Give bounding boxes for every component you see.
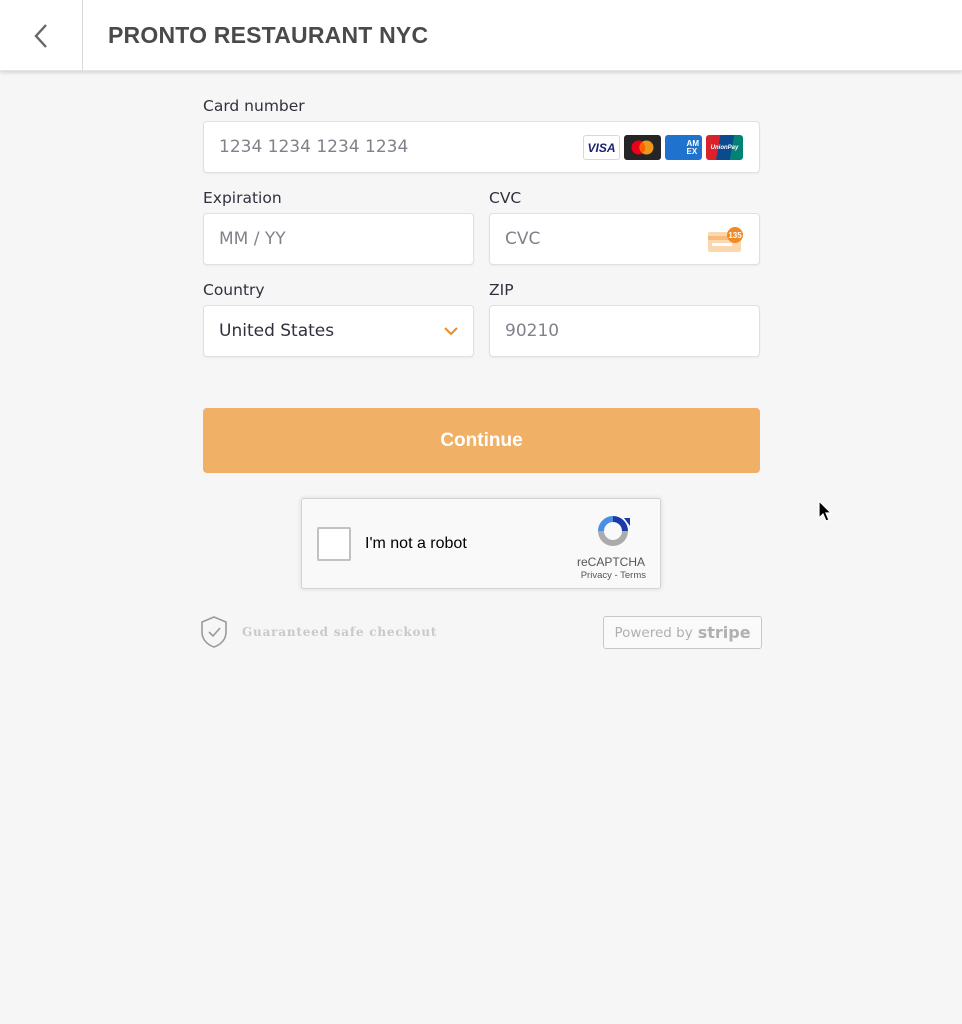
expiration-input[interactable] xyxy=(219,214,408,264)
safe-checkout-text: Guaranteed safe checkout xyxy=(242,625,438,639)
safe-checkout: Guaranteed safe checkout xyxy=(200,615,437,649)
recaptcha-brand: reCAPTCHA xyxy=(576,555,645,569)
cvc-card-icon: 135 xyxy=(708,227,743,252)
cvc-label: CVC xyxy=(489,189,522,207)
chevron-down-icon xyxy=(444,327,458,336)
continue-button[interactable]: Continue xyxy=(203,408,760,473)
recaptcha-label: I'm not a robot xyxy=(365,535,467,552)
unionpay-icon: UnionPay xyxy=(706,135,743,160)
zip-label: ZIP xyxy=(489,281,514,299)
card-number-field[interactable]: VISA AMEX UnionPay xyxy=(203,121,760,173)
mouse-cursor-icon xyxy=(818,500,833,522)
expiration-label: Expiration xyxy=(203,189,282,207)
chevron-left-icon xyxy=(34,23,47,48)
card-number-label: Card number xyxy=(203,97,305,115)
visa-icon: VISA xyxy=(583,135,620,160)
powered-by-text: Powered by xyxy=(614,624,693,641)
expiration-field[interactable] xyxy=(203,213,474,265)
recaptcha-widget: I'm not a robot reCAPTCHA Privacy - Term… xyxy=(301,498,661,589)
powered-by-stripe-badge[interactable]: Powered by stripe xyxy=(603,616,762,649)
zip-input[interactable] xyxy=(505,306,694,356)
stripe-logo: stripe xyxy=(697,623,751,642)
country-select[interactable]: United States xyxy=(203,305,474,357)
card-number-input[interactable] xyxy=(219,122,608,172)
app-header: PRONTO RESTAURANT NYC xyxy=(0,0,962,71)
country-label: Country xyxy=(203,281,265,299)
amex-icon: AM EX xyxy=(665,135,702,160)
card-brands: VISA AM EX UnionPay xyxy=(583,135,743,160)
cvc-input[interactable] xyxy=(505,214,694,264)
shield-check-icon xyxy=(201,616,227,648)
recaptcha-logo-icon xyxy=(598,516,630,546)
page-title: PRONTO RESTAURANT NYC xyxy=(108,22,429,48)
zip-field[interactable] xyxy=(489,305,760,357)
cvc-badge-text: 135 xyxy=(728,231,742,240)
back-button[interactable] xyxy=(0,0,83,71)
recaptcha-links[interactable]: Privacy - Terms xyxy=(581,570,646,581)
cvc-field[interactable]: 135 xyxy=(489,213,760,265)
recaptcha-checkbox[interactable] xyxy=(317,527,351,561)
mastercard-icon xyxy=(624,135,661,160)
country-selected-value: United States xyxy=(219,321,335,341)
